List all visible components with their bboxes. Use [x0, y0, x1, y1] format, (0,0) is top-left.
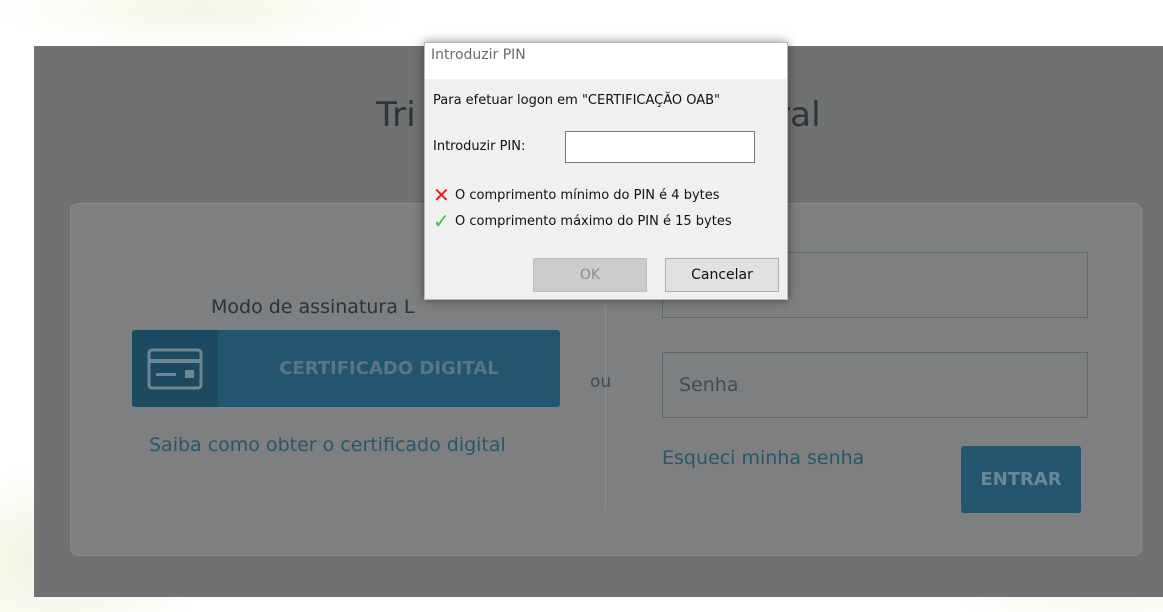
max-length-text: O comprimento máximo do PIN é 15 bytes [455, 213, 732, 229]
signature-mode-label: Modo de assinatura L [211, 296, 415, 318]
max-length-requirement: ✓ O comprimento máximo do PIN é 15 bytes [433, 211, 732, 231]
min-length-requirement: ✕ O comprimento mínimo do PIN é 4 bytes [433, 185, 720, 205]
forgot-password-link[interactable]: Esqueci minha senha [662, 447, 864, 469]
min-length-text: O comprimento mínimo do PIN é 4 bytes [455, 187, 720, 203]
certificate-help-link[interactable]: Saiba como obter o certificado digital [149, 434, 506, 456]
digital-certificate-label: CERTIFICADO DIGITAL [279, 358, 499, 379]
digital-certificate-button[interactable]: CERTIFICADO DIGITAL [132, 330, 560, 407]
cancel-button[interactable]: Cancelar [665, 258, 779, 292]
checkmark-icon: ✓ [433, 209, 450, 233]
x-icon: ✕ [433, 183, 450, 207]
card-icon-box [132, 330, 218, 407]
dialog-title: Introduzir PIN [425, 43, 787, 79]
password-field[interactable]: Senha [662, 352, 1088, 418]
enter-button[interactable]: ENTRAR [961, 446, 1081, 513]
pin-label: Introduzir PIN: [433, 139, 526, 154]
page-title-left: Tri [376, 95, 416, 135]
logon-message: Para efetuar logon em "CERTIFICAÇÃO OAB" [433, 93, 721, 108]
pin-input[interactable] [565, 131, 755, 163]
ok-button[interactable]: OK [533, 258, 647, 292]
pin-dialog: Introduzir PIN Para efetuar logon em "CE… [424, 42, 788, 300]
vertical-divider [605, 300, 606, 510]
or-separator: ou [590, 372, 612, 392]
credit-card-icon [147, 348, 203, 389]
password-placeholder: Senha [679, 374, 739, 396]
